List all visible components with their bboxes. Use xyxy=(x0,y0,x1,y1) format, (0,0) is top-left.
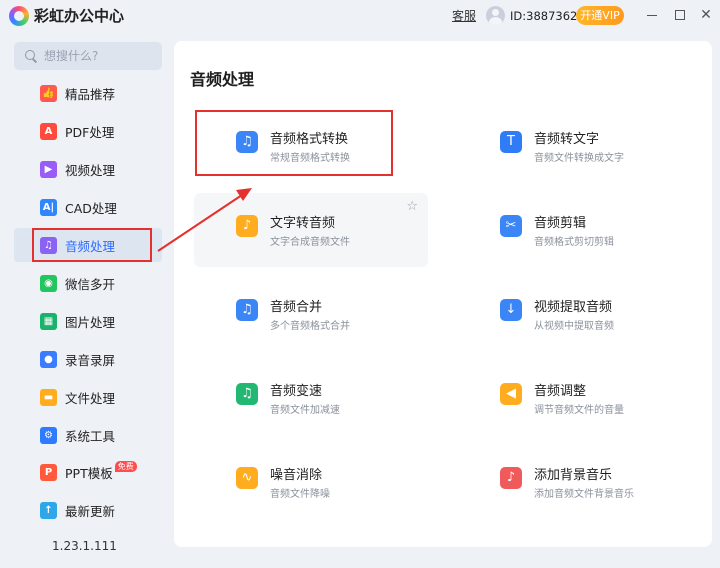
sidebar-item-7[interactable]: ● 录音录屏 xyxy=(14,342,162,376)
tool-card-description: 添加音频文件背景音乐 xyxy=(534,489,634,500)
close-icon: ✕ xyxy=(700,7,712,23)
tool-card-3[interactable]: ✂ 音频剪辑音频格式剪切剪辑 xyxy=(458,193,692,267)
tool-card-2[interactable]: ♪ 文字转音频文字合成音频文件 ☆ xyxy=(194,193,428,267)
sidebar-item-8[interactable]: ▬ 文件处理 xyxy=(14,380,162,414)
folder-icon: ▬ xyxy=(40,388,57,406)
sidebar-item-label: 最新更新 xyxy=(65,503,116,519)
tool-card-description: 音频格式剪切剪辑 xyxy=(534,237,614,248)
highlight-box-card xyxy=(195,110,393,176)
tool-card-description: 多个音频格式合并 xyxy=(270,321,350,332)
sidebar-item-label: 微信多开 xyxy=(65,276,116,292)
app-title: 彩虹办公中心 xyxy=(34,7,125,25)
customer-service-link[interactable]: 客服 xyxy=(452,8,476,24)
tool-card-description: 音频文件降噪 xyxy=(270,489,330,500)
user-id: ID:38873626 xyxy=(510,9,585,23)
tool-card-description: 调节音频文件的音量 xyxy=(534,405,624,416)
audio-merge-icon: ♫ xyxy=(236,299,258,321)
video-extract-audio-icon: ↓ xyxy=(500,299,522,321)
wechat-icon: ◉ xyxy=(40,274,57,292)
sidebar-item-label: 精品推荐 xyxy=(65,86,116,102)
text-to-audio-icon: ♪ xyxy=(236,215,258,237)
tool-card-description: 音频文件转换成文字 xyxy=(534,153,624,164)
audio-volume-icon: ◀ xyxy=(500,383,522,405)
rainbow-logo-icon xyxy=(9,6,29,26)
sidebar-item-6[interactable]: ▦ 图片处理 xyxy=(14,304,162,338)
page-title: 音频处理 xyxy=(190,70,255,89)
search-input[interactable] xyxy=(44,49,154,63)
minimize-button[interactable] xyxy=(642,5,662,25)
sidebar-item-label: PDF处理 xyxy=(65,124,115,140)
sidebar-item-2[interactable]: ▶ 视频处理 xyxy=(14,152,162,186)
star-icon[interactable]: ☆ xyxy=(406,199,418,214)
sidebar-item-0[interactable]: 👍 精品推荐 xyxy=(14,76,162,110)
sidebar-item-label: PPT模板 xyxy=(65,465,113,481)
tool-card-title: 音频调整 xyxy=(534,384,587,399)
sidebar-item-3[interactable]: A| CAD处理 xyxy=(14,190,162,224)
tool-card-title: 噪音消除 xyxy=(270,468,323,483)
avatar[interactable] xyxy=(486,6,505,25)
sidebar-item-11[interactable]: ↑ 最新更新 xyxy=(14,493,162,527)
highlight-box-sidebar xyxy=(32,228,152,262)
tool-card-description: 从视频中提取音频 xyxy=(534,321,614,332)
tool-card-6[interactable]: ♫ 音频变速音频文件加减速 xyxy=(194,361,428,435)
tool-card-5[interactable]: ↓ 视频提取音频从视频中提取音频 xyxy=(458,277,692,351)
tool-card-title: 文字转音频 xyxy=(270,216,336,231)
tool-card-7[interactable]: ◀ 音频调整调节音频文件的音量 xyxy=(458,361,692,435)
image-icon: ▦ xyxy=(40,312,57,330)
sidebar-item-label: 系统工具 xyxy=(65,428,116,444)
tool-card-4[interactable]: ♫ 音频合并多个音频格式合并 xyxy=(194,277,428,351)
sidebar-item-label: 文件处理 xyxy=(65,390,116,406)
tool-card-1[interactable]: T 音频转文字音频文件转换成文字 xyxy=(458,109,692,183)
maximize-icon xyxy=(675,10,685,20)
sidebar-item-label: 录音录屏 xyxy=(65,352,116,368)
audio-speed-icon: ♫ xyxy=(236,383,258,405)
close-button[interactable]: ✕ xyxy=(696,5,716,25)
free-badge: 免费 xyxy=(114,460,137,472)
sidebar-item-10[interactable]: P PPT模板 免费 xyxy=(14,455,162,489)
tool-card-title: 音频变速 xyxy=(270,384,323,399)
ppt-icon: P xyxy=(40,463,57,481)
version-label: 1.23.1.111 xyxy=(52,539,117,553)
microphone-icon: ● xyxy=(40,350,57,368)
open-vip-button[interactable]: 开通VIP xyxy=(576,6,624,25)
title-bar: 彩虹办公中心 客服 ID:38873626 开通VIP ✕ xyxy=(0,0,720,32)
tool-card-title: 音频转文字 xyxy=(534,132,600,147)
sidebar-item-label: 图片处理 xyxy=(65,314,116,330)
gear-icon: ⚙ xyxy=(40,426,57,444)
maximize-button[interactable] xyxy=(670,5,690,25)
sidebar-item-label: 视频处理 xyxy=(65,162,116,178)
pdf-icon: A xyxy=(40,122,57,140)
tool-card-title: 添加背景音乐 xyxy=(534,468,613,483)
minimize-icon xyxy=(647,14,657,16)
audio-cut-icon: ✂ xyxy=(500,215,522,237)
sidebar-item-9[interactable]: ⚙ 系统工具 xyxy=(14,418,162,452)
noise-removal-icon: ∿ xyxy=(236,467,258,489)
tool-card-description: 文字合成音频文件 xyxy=(270,237,350,248)
tool-card-9[interactable]: ♪ 添加背景音乐添加音频文件背景音乐 xyxy=(458,445,692,519)
sidebar-item-1[interactable]: A PDF处理 xyxy=(14,114,162,148)
tool-card-title: 视频提取音频 xyxy=(534,300,613,315)
thumbs-up-icon: 👍 xyxy=(40,84,57,102)
sidebar-item-label: CAD处理 xyxy=(65,200,117,216)
tool-card-description: 音频文件加减速 xyxy=(270,405,340,416)
search-box[interactable] xyxy=(14,42,162,70)
tool-card-title: 音频剪辑 xyxy=(534,216,587,231)
cad-icon: A| xyxy=(40,198,57,216)
search-icon xyxy=(24,49,38,63)
tool-card-title: 音频合并 xyxy=(270,300,323,315)
audio-to-text-icon: T xyxy=(500,131,522,153)
background-music-icon: ♪ xyxy=(500,467,522,489)
sidebar: 👍精品推荐APDF处理▶视频处理A|CAD处理♫音频处理◉微信多开▦图片处理●录… xyxy=(0,32,170,568)
upload-icon: ↑ xyxy=(40,501,57,519)
video-icon: ▶ xyxy=(40,160,57,178)
tool-card-8[interactable]: ∿ 噪音消除音频文件降噪 xyxy=(194,445,428,519)
sidebar-item-5[interactable]: ◉ 微信多开 xyxy=(14,266,162,300)
